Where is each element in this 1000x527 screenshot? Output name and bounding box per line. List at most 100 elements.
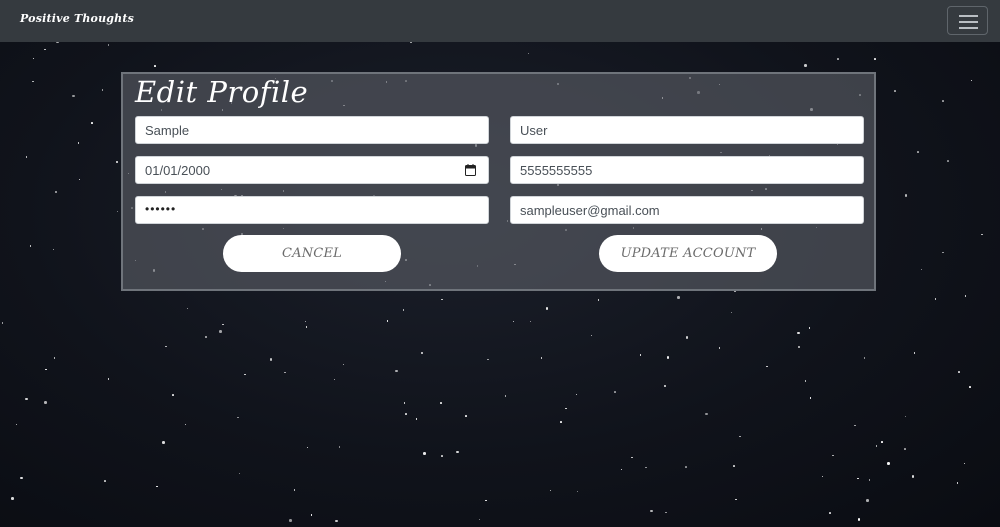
star xyxy=(863,357,865,359)
star xyxy=(614,391,616,393)
star xyxy=(107,44,110,46)
star xyxy=(306,446,308,449)
star xyxy=(293,489,296,491)
star xyxy=(917,151,919,153)
star xyxy=(54,190,58,194)
star xyxy=(527,52,530,55)
star xyxy=(947,160,949,162)
star xyxy=(894,90,896,92)
password-field[interactable]: •••••• xyxy=(135,196,489,224)
phone-field[interactable]: 5555555555 xyxy=(510,156,864,184)
star xyxy=(735,498,737,501)
star xyxy=(969,386,971,388)
star xyxy=(545,307,549,310)
star xyxy=(887,462,890,465)
star xyxy=(911,475,915,478)
star xyxy=(575,393,578,396)
navbar: Positive Thoughts xyxy=(0,0,1000,42)
star xyxy=(25,397,28,401)
star xyxy=(304,320,307,323)
brand-logo[interactable]: Positive Thoughts xyxy=(20,12,134,25)
star xyxy=(718,347,721,349)
star xyxy=(529,320,531,322)
star xyxy=(29,245,32,247)
phone-value: 5555555555 xyxy=(520,163,593,178)
star xyxy=(78,178,81,181)
birthdate-field[interactable]: 01/01/2000 xyxy=(135,156,489,184)
star xyxy=(204,335,208,339)
email-field[interactable]: sampleuser@gmail.com xyxy=(510,196,864,224)
star xyxy=(665,511,667,514)
star xyxy=(565,407,567,410)
star xyxy=(172,394,174,396)
star xyxy=(804,64,807,67)
star xyxy=(222,323,224,326)
star xyxy=(441,455,443,457)
star xyxy=(154,65,156,67)
star xyxy=(162,441,165,444)
star xyxy=(875,445,877,447)
star xyxy=(645,466,647,469)
star xyxy=(576,490,579,493)
star xyxy=(904,194,908,197)
star xyxy=(958,371,960,373)
star xyxy=(821,475,824,478)
star xyxy=(338,446,341,448)
star xyxy=(512,320,515,323)
star xyxy=(963,462,966,465)
password-value: •••••• xyxy=(145,202,177,216)
star xyxy=(685,336,689,339)
star xyxy=(456,450,459,453)
star xyxy=(25,156,28,158)
first-name-value: Sample xyxy=(145,123,190,138)
star xyxy=(942,100,944,102)
star xyxy=(116,210,119,213)
star xyxy=(310,514,312,516)
star xyxy=(809,397,812,399)
star xyxy=(186,307,189,309)
star xyxy=(663,384,666,388)
star xyxy=(590,334,593,337)
star xyxy=(832,454,834,456)
star xyxy=(237,416,239,419)
star xyxy=(415,418,418,420)
star xyxy=(942,251,944,254)
calendar-icon[interactable] xyxy=(465,164,476,176)
last-name-field[interactable]: User xyxy=(510,116,864,144)
star xyxy=(730,311,733,314)
star xyxy=(956,482,959,484)
star xyxy=(797,345,801,348)
star xyxy=(797,331,800,335)
star xyxy=(184,423,187,426)
menu-toggle-button[interactable] xyxy=(947,6,988,35)
star xyxy=(829,512,831,514)
star xyxy=(904,415,906,418)
star xyxy=(284,371,286,374)
star xyxy=(20,476,23,479)
star xyxy=(289,519,292,522)
birthdate-value: 01/01/2000 xyxy=(145,163,211,178)
star xyxy=(45,368,47,371)
star xyxy=(44,401,47,404)
first-name-field[interactable]: Sample xyxy=(135,116,489,144)
update-account-button[interactable]: UPDATE ACCOUNT xyxy=(599,235,777,272)
star xyxy=(269,358,272,361)
star xyxy=(620,468,622,471)
star xyxy=(53,357,56,359)
star xyxy=(32,57,35,60)
star xyxy=(631,456,633,458)
star xyxy=(342,363,344,366)
cancel-button[interactable]: CANCEL xyxy=(223,235,401,272)
star xyxy=(32,80,34,82)
star xyxy=(857,477,859,480)
star xyxy=(920,268,923,271)
star xyxy=(597,299,600,301)
star xyxy=(857,518,861,521)
star xyxy=(333,378,336,381)
star xyxy=(386,320,388,322)
star xyxy=(219,330,222,333)
star xyxy=(104,480,106,482)
star xyxy=(244,373,246,376)
star xyxy=(423,452,426,455)
star xyxy=(478,518,481,521)
